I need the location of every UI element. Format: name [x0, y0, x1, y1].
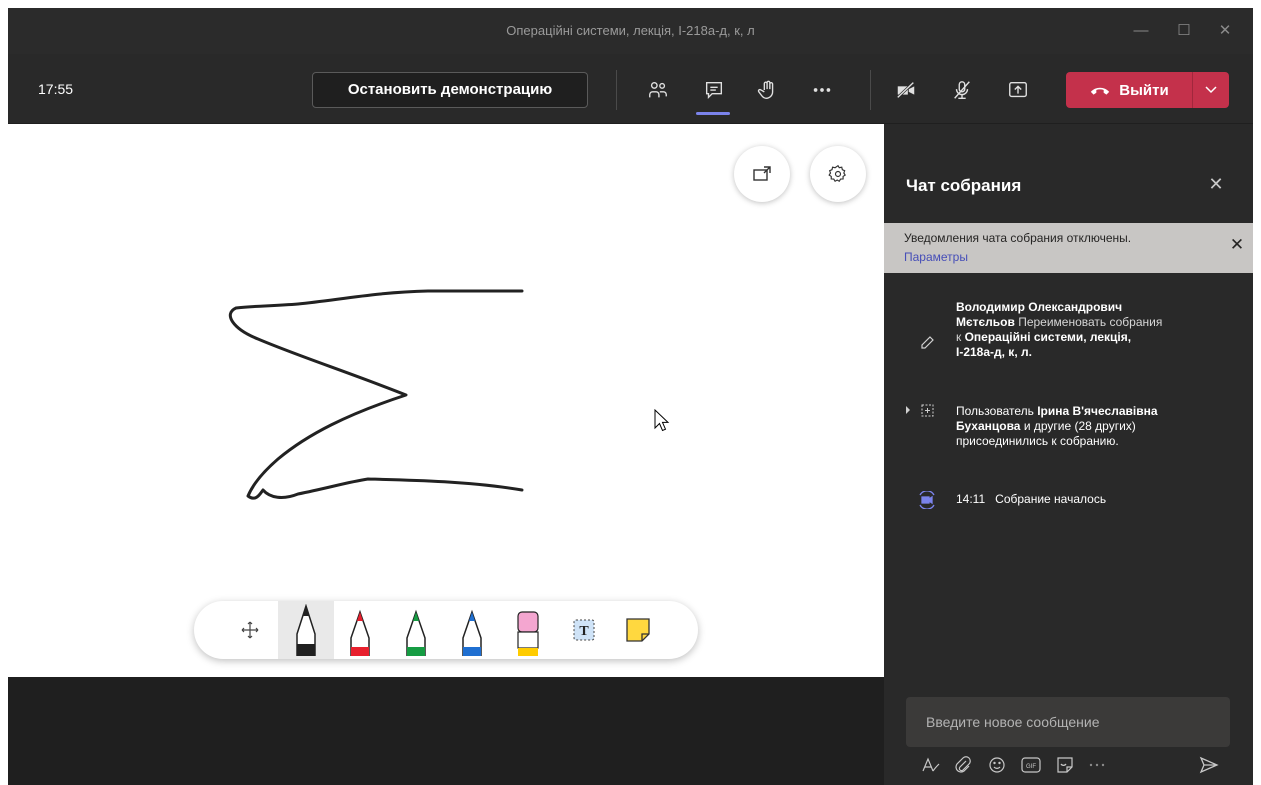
pen-icon [462, 609, 482, 656]
chat-active-indicator [696, 112, 730, 115]
move-icon[interactable] [222, 601, 278, 659]
toolbar-divider [870, 70, 871, 110]
meeting-started-icon [917, 490, 937, 510]
gif-icon[interactable]: GIF [1018, 752, 1044, 778]
mic-off-icon[interactable] [946, 74, 978, 106]
black-pen-tool[interactable] [278, 601, 334, 659]
maximize-icon[interactable]: ☐ [1173, 20, 1195, 42]
sigma-drawing [228, 289, 524, 500]
close-icon[interactable]: ✕ [1204, 174, 1228, 198]
leave-button[interactable]: Выйти [1066, 72, 1192, 108]
chat-title: Чат собрания [906, 176, 1022, 195]
pen-icon [296, 604, 316, 656]
title-bar: Операційні системи, лекція, І-218а-д, к,… [8, 8, 1253, 54]
red-pen-tool[interactable] [332, 601, 388, 659]
raise-hand-icon[interactable] [752, 74, 784, 106]
text-icon[interactable]: T [556, 601, 612, 659]
pen-icon [406, 609, 426, 656]
more-icon[interactable] [806, 74, 838, 106]
highlighter-tool[interactable] [500, 601, 556, 659]
expand-caret-icon[interactable] [902, 400, 914, 420]
svg-text:GIF: GIF [1026, 764, 1036, 770]
mouse-cursor-icon [654, 409, 670, 432]
green-pen-tool[interactable] [388, 601, 444, 659]
chat-notice-banner: Уведомления чата собрания отключены. Пар… [884, 223, 1253, 273]
close-icon[interactable]: ✕ [1227, 235, 1247, 255]
popout-icon[interactable] [734, 146, 790, 202]
meeting-clock: 17:55 [38, 81, 74, 97]
highlighter-icon [517, 611, 539, 656]
attach-icon[interactable] [950, 752, 976, 778]
window-title: Операційні системи, лекція, І-218а-д, к,… [506, 23, 755, 38]
stop-sharing-button[interactable]: Остановить демонстрацию [312, 72, 588, 108]
teams-meeting-window: Операційні системи, лекція, І-218а-д, к,… [8, 8, 1253, 785]
minimize-icon[interactable]: — [1130, 20, 1152, 42]
camera-off-icon[interactable] [890, 74, 922, 106]
participants-icon[interactable] [642, 74, 674, 106]
gear-icon[interactable] [810, 146, 866, 202]
more-icon[interactable] [1084, 752, 1110, 778]
pencil-icon [917, 333, 937, 353]
notice-text: Уведомления чата собрания отключены. [904, 231, 1132, 245]
whiteboard-canvas[interactable]: T [8, 124, 884, 677]
join-people-icon [918, 400, 938, 420]
emoji-icon[interactable] [984, 752, 1010, 778]
sticky-note-icon[interactable] [610, 601, 666, 659]
toolbar-divider [616, 70, 617, 110]
chevron-down-icon [1205, 86, 1217, 94]
blue-pen-tool[interactable] [444, 601, 500, 659]
sticker-icon[interactable] [1052, 752, 1078, 778]
leave-options-button[interactable] [1192, 72, 1229, 108]
message-compose-input[interactable]: Введите новое сообщение [906, 697, 1230, 747]
notice-settings-link[interactable]: Параметры [904, 250, 968, 264]
meeting-toolbar: 17:55 Остановить демонстрацию Выйти [8, 54, 1253, 124]
pen-icon [350, 609, 370, 656]
join-event: Пользователь Ірина В'ячеславівна Буханцо… [956, 404, 1158, 448]
inking-toolbar: T [194, 601, 698, 659]
close-icon[interactable]: ✕ [1214, 20, 1236, 42]
rename-event: Володимир Олександрович Мєтєльов Переиме… [956, 300, 1163, 359]
compose-placeholder: Введите новое сообщение [926, 714, 1100, 730]
phone-hangup-icon [1091, 87, 1110, 95]
meeting-started-event: 14:11 Собрание началось [956, 492, 1107, 506]
leave-label: Выйти [1119, 81, 1169, 99]
svg-text:T: T [579, 624, 589, 639]
stage-background [8, 677, 884, 785]
chat-icon[interactable] [698, 74, 730, 106]
send-icon[interactable] [1196, 752, 1222, 778]
meeting-chat-pane: Чат собрания ✕ Уведомления чата собрания… [884, 124, 1253, 785]
format-icon[interactable] [918, 752, 944, 778]
share-tray-icon[interactable] [1002, 74, 1034, 106]
